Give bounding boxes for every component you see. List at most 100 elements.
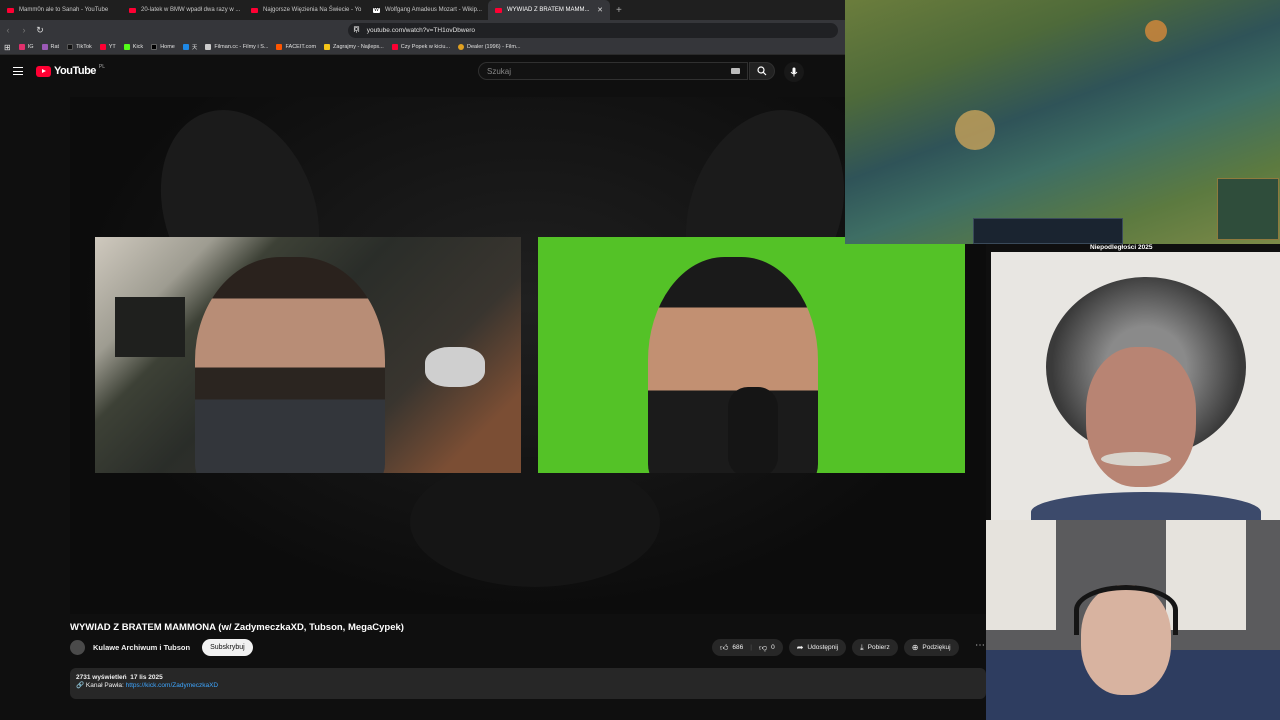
bookmark-favicon-icon	[182, 44, 189, 50]
more-actions-icon[interactable]: ⋯	[975, 640, 985, 651]
person-figure	[195, 257, 385, 473]
youtube-icon	[99, 44, 106, 50]
voice-search-button[interactable]	[784, 62, 804, 82]
bookmark-item[interactable]: Filman.cc - Filmy i S...	[205, 44, 268, 50]
streamer-webcam-bottom	[986, 520, 1280, 720]
game-overlay	[845, 0, 1280, 244]
wall-shape	[1166, 520, 1246, 630]
description-prefix: 🔗 Kanał Pawła:	[76, 682, 124, 689]
game-hud-bar	[973, 218, 1123, 244]
bookmark-label: Dealer (1996) - Film...	[467, 44, 521, 50]
search-placeholder: Szukaj	[487, 66, 512, 76]
youtube-favicon-icon	[251, 7, 258, 13]
search-icon	[757, 66, 767, 76]
youtube-logo[interactable]: YouTube PL	[36, 64, 106, 77]
browser-tab[interactable]: Mamm0n ale to Sanah - YouTube	[0, 0, 122, 20]
youtube-icon	[391, 44, 398, 50]
bookmark-favicon-icon	[205, 44, 212, 50]
back-icon[interactable]: ‹	[0, 25, 16, 35]
bookmark-label: FACEIT.com	[285, 44, 317, 50]
youtube-header: YouTube PL Szukaj	[0, 56, 845, 88]
bookmark-favicon-icon	[458, 44, 464, 50]
share-button[interactable]: ➦ Udostępnij	[788, 639, 847, 656]
menu-icon[interactable]	[13, 67, 23, 78]
wikipedia-favicon-icon: W	[373, 6, 380, 13]
bookmark-label: IG	[27, 44, 34, 50]
bookmark-item[interactable]: YT	[99, 44, 116, 50]
search-input[interactable]: Szukaj	[478, 62, 748, 80]
download-button[interactable]: ⤓ Pobierz	[852, 639, 898, 656]
dislike-icon[interactable]: 👎︎	[759, 643, 767, 653]
bookmarks-bar: ⊞ IG Rat TikTok YT Kick Home 天 Filman.cc…	[0, 40, 845, 55]
tiktok-icon	[67, 44, 74, 50]
headphones-shape	[1074, 585, 1178, 635]
bookmark-label: Kick	[132, 44, 144, 50]
thanks-label: Podziękuj	[922, 644, 951, 651]
bookmark-item[interactable]: Czy Popek w kiciu...	[391, 44, 450, 50]
download-label: Pobierz	[867, 644, 890, 651]
guest-webcam-right	[538, 237, 965, 473]
logo-text: YouTube	[54, 65, 96, 77]
instagram-icon	[18, 44, 25, 50]
bookmark-item[interactable]: 天	[182, 43, 198, 51]
video-stats: 2731 wyświetleń 17 lis 2025	[76, 674, 980, 681]
youtube-play-icon	[36, 65, 51, 77]
share-label: Udostępnij	[807, 644, 839, 651]
region-code: PL	[98, 64, 106, 70]
wall-shape	[986, 520, 1056, 630]
url-text: youtube.com/watch?v=TH1ovDbwero	[366, 26, 475, 34]
share-icon: ➦	[796, 643, 804, 652]
bookmark-item[interactable]: IG	[18, 44, 34, 50]
browser-tab[interactable]: 20-latek w BMW wpadł dwa razy w ...	[122, 0, 244, 20]
description-link[interactable]: https://kick.com/ZadymeczkaXD	[126, 682, 218, 689]
browser-tab-bar: Mamm0n ale to Sanah - YouTube 20-latek w…	[0, 0, 845, 20]
dislike-count[interactable]: 0	[771, 644, 775, 651]
mustache-shape	[1101, 452, 1171, 466]
bookmark-item[interactable]: Rat	[41, 44, 59, 50]
bookmark-label: TikTok	[76, 44, 92, 50]
close-tab-icon[interactable]: ✕	[597, 6, 603, 14]
reload-icon[interactable]: ↻	[32, 25, 48, 36]
tab-title: Wolfgang Amadeus Mozart - Wikip...	[385, 7, 482, 13]
microphone-icon	[790, 67, 798, 77]
face-shape	[1086, 347, 1196, 487]
like-count[interactable]: 686	[732, 644, 743, 651]
thanks-icon: ⊕	[911, 643, 919, 652]
bookmark-item[interactable]: Zagrajmy - Najleps...	[324, 44, 384, 50]
bookmark-label: Czy Popek w kiciu...	[400, 44, 450, 50]
bookmark-item[interactable]: FACEIT.com	[276, 44, 316, 50]
channel-avatar[interactable]	[70, 640, 85, 655]
bookmark-label: Filman.cc - Filmy i S...	[214, 44, 269, 50]
browser-tab[interactable]: Najgorsze Więzienia Na Świecie - Yo	[244, 0, 366, 20]
browser-tab[interactable]: W Wolfgang Amadeus Mozart - Wikip...	[366, 0, 488, 20]
bookmark-item[interactable]: Home	[151, 44, 175, 50]
bookmark-item[interactable]: Dealer (1996) - Film...	[458, 44, 521, 50]
turret-shape	[1145, 20, 1167, 42]
channel-row: Kulawe Archiwum i Tubson Subskrybuj	[70, 639, 253, 656]
bookmark-item[interactable]: TikTok	[67, 44, 92, 50]
bookmark-favicon-icon	[324, 44, 331, 50]
bookmark-label: YT	[108, 44, 116, 50]
tab-title: Najgorsze Więzienia Na Świecie - Yo	[263, 7, 362, 13]
keyboard-icon[interactable]	[731, 68, 740, 74]
cat-shape	[425, 347, 485, 387]
subscribe-button[interactable]: Subskrybuj	[202, 639, 253, 656]
bookmark-label: Home	[160, 44, 175, 50]
turret-shape	[955, 110, 995, 150]
channel-name[interactable]: Kulawe Archiwum i Tubson	[93, 643, 190, 652]
new-tab-icon[interactable]: +	[616, 5, 622, 16]
forward-icon[interactable]: ›	[16, 25, 32, 35]
game-minimap	[1217, 178, 1279, 240]
thanks-button[interactable]: ⊕ Podziękuj	[903, 639, 959, 656]
bookmark-item[interactable]: Kick	[123, 44, 144, 50]
apps-grid-icon[interactable]: ⊞	[4, 43, 11, 52]
upload-date: 17 lis 2025	[130, 674, 163, 681]
url-input[interactable]: ⚲ youtube.com/watch?v=TH1ovDbwero	[348, 22, 838, 38]
bookmark-icon[interactable]: ⊓	[353, 24, 360, 35]
like-icon[interactable]: 👍︎	[720, 643, 728, 653]
description-box[interactable]: 2731 wyświetleń 17 lis 2025 🔗 Kanał Pawł…	[70, 668, 986, 699]
bookmark-label: 天	[191, 45, 198, 51]
browser-tab-active[interactable]: WYWIAD Z BRATEM MAMM... ✕	[488, 0, 610, 20]
search-button[interactable]	[749, 62, 775, 80]
bookmark-label: Zagrajmy - Najleps...	[333, 44, 384, 50]
